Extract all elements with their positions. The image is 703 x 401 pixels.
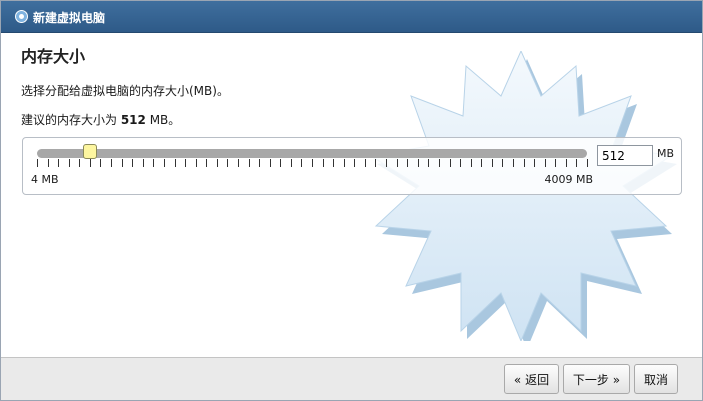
slider-tick — [418, 159, 419, 167]
slider-tick — [58, 159, 59, 167]
recommendation-prefix: 建议的内存大小为 — [21, 113, 121, 127]
slider-tick — [301, 159, 302, 167]
slider-tick — [48, 159, 49, 167]
slider-tick — [79, 159, 80, 167]
slider-tick — [365, 159, 366, 167]
slider-tick — [587, 159, 588, 167]
slider-tick — [249, 159, 250, 167]
memory-max-label: 4009 MB — [544, 173, 593, 186]
new-vm-wizard-window: 新建虚拟电脑 内存大小 选择分配给虚拟电脑的内存大小(MB)。 建议的内存大小为… — [0, 0, 703, 401]
slider-tick — [471, 159, 472, 167]
slider-tick — [439, 159, 440, 167]
slider-tick — [132, 159, 133, 167]
slider-tick — [196, 159, 197, 167]
slider-tick — [407, 159, 408, 167]
slider-tick — [111, 159, 112, 167]
next-button[interactable]: 下一步 » — [563, 364, 630, 394]
slider-tick — [259, 159, 260, 167]
slider-tick — [291, 159, 292, 167]
slider-tick — [450, 159, 451, 167]
slider-tick — [344, 159, 345, 167]
page-heading: 内存大小 — [21, 47, 86, 66]
slider-tick — [217, 159, 218, 167]
memory-recommendation: 建议的内存大小为 512 MB。 — [21, 111, 180, 128]
title-bar[interactable]: 新建虚拟电脑 — [1, 1, 702, 33]
slider-tick — [69, 159, 70, 167]
vbox-logo-icon — [15, 10, 28, 23]
recommendation-value: 512 — [120, 113, 146, 127]
memory-min-label: 4 MB — [31, 173, 59, 186]
slider-tick — [323, 159, 324, 167]
memory-slider-ticks — [37, 159, 589, 169]
slider-tick — [545, 159, 546, 167]
memory-description: 选择分配给虚拟电脑的内存大小(MB)。 — [21, 84, 229, 98]
slider-tick — [312, 159, 313, 167]
slider-tick — [280, 159, 281, 167]
memory-size-input[interactable] — [597, 145, 653, 166]
slider-tick — [481, 159, 482, 167]
slider-tick — [153, 159, 154, 167]
memory-size-panel: 4 MB 4009 MB MB — [22, 137, 682, 195]
slider-tick — [354, 159, 355, 167]
slider-tick — [397, 159, 398, 167]
slider-tick — [37, 159, 38, 167]
slider-tick — [185, 159, 186, 167]
slider-tick — [206, 159, 207, 167]
memory-slider-thumb[interactable] — [82, 144, 97, 159]
slider-tick — [122, 159, 123, 167]
slider-tick — [164, 159, 165, 167]
slider-tick — [492, 159, 493, 167]
slider-tick — [375, 159, 376, 167]
slider-tick — [386, 159, 387, 167]
wizard-button-bar: « 返回 下一步 » 取消 — [1, 357, 702, 400]
slider-tick — [227, 159, 228, 167]
back-button[interactable]: « 返回 — [504, 364, 559, 394]
slider-tick — [566, 159, 567, 167]
slider-tick — [534, 159, 535, 167]
decorative-star-graphic — [369, 51, 677, 341]
slider-tick — [100, 159, 101, 167]
slider-tick — [428, 159, 429, 167]
memory-slider-track[interactable] — [37, 149, 587, 158]
recommendation-suffix: MB。 — [145, 113, 181, 127]
slider-tick — [238, 159, 239, 167]
slider-tick — [576, 159, 577, 167]
slider-tick — [555, 159, 556, 167]
slider-tick — [502, 159, 503, 167]
slider-tick — [270, 159, 271, 167]
slider-tick — [513, 159, 514, 167]
slider-tick — [460, 159, 461, 167]
slider-tick — [143, 159, 144, 167]
slider-tick — [90, 159, 91, 167]
cancel-button[interactable]: 取消 — [634, 364, 678, 394]
slider-tick — [333, 159, 334, 167]
memory-unit-label: MB — [657, 147, 675, 160]
slider-tick — [524, 159, 525, 167]
slider-tick — [175, 159, 176, 167]
window-title: 新建虚拟电脑 — [33, 11, 106, 25]
